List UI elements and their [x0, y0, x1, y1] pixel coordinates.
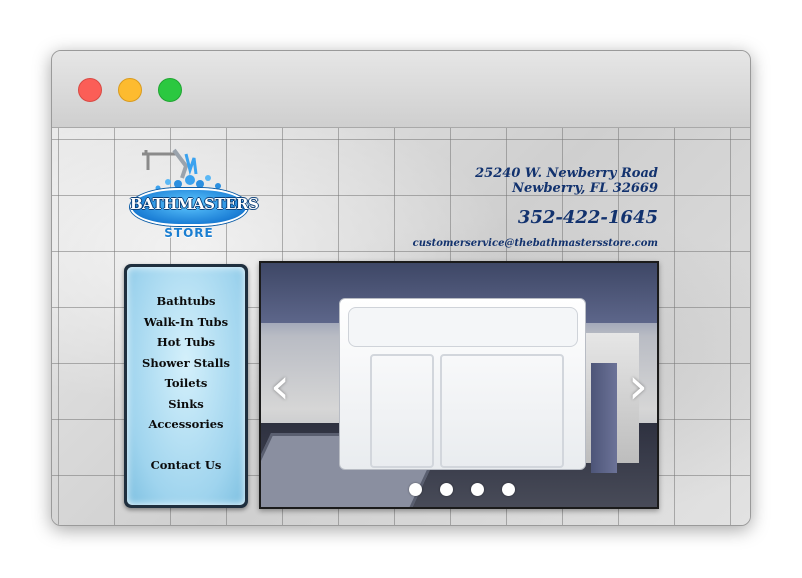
nav-item-toilets[interactable]: Toilets [127, 373, 245, 394]
tub-panel [440, 354, 564, 468]
nav-item-accessories[interactable]: Accessories [127, 414, 245, 435]
nav-item-hot-tubs[interactable]: Hot Tubs [127, 332, 245, 353]
nav-item-bathtubs[interactable]: Bathtubs [127, 291, 245, 312]
close-button[interactable] [78, 78, 102, 102]
address-line-1: 25240 W. Newberry Road [475, 166, 658, 181]
nav-item-walk-in-tubs[interactable]: Walk-In Tubs [127, 312, 245, 333]
address-line-2: Newberry, FL 32669 [512, 181, 658, 196]
web-page: BATHMASTERS STORE 25240 W. Newberry Road… [52, 128, 750, 525]
side-nav: Bathtubs Walk-In Tubs Hot Tubs Shower St… [124, 264, 248, 508]
nav-item-contact-us[interactable]: Contact Us [127, 455, 245, 476]
email-link[interactable]: customerservice@thebathmastersstore.com [413, 238, 658, 249]
title-bar [52, 51, 750, 128]
logo-subtitle: STORE [164, 226, 214, 240]
slide-dot-1[interactable] [409, 483, 422, 496]
slide-towel [591, 363, 617, 473]
browser-window: BATHMASTERS STORE 25240 W. Newberry Road… [51, 50, 751, 526]
slide-dot-2[interactable] [440, 483, 454, 496]
slide-dot-4[interactable] [502, 483, 516, 496]
minimize-button[interactable] [118, 78, 142, 102]
chevron-right-icon[interactable]: › [625, 358, 651, 414]
tub-door [370, 354, 434, 468]
tub-basin [348, 307, 578, 347]
side-nav-panel: Bathtubs Walk-In Tubs Hot Tubs Shower St… [127, 267, 245, 505]
image-slider[interactable]: ‹ › [259, 261, 659, 509]
phone-number[interactable]: 352-422-1645 [413, 208, 658, 228]
slider-dots [409, 481, 528, 496]
site-logo[interactable]: BATHMASTERS STORE [130, 148, 259, 244]
slide-walk-in-tub [339, 298, 586, 470]
faucet-splash-icon [142, 148, 221, 191]
zoom-button[interactable] [158, 78, 182, 102]
chevron-left-icon[interactable]: ‹ [267, 358, 293, 414]
slide-dot-3[interactable] [471, 483, 485, 496]
logo-name: BATHMASTERS [130, 195, 259, 213]
contact-info: 25240 W. Newberry Road Newberry, FL 3266… [413, 166, 658, 249]
nav-item-shower-stalls[interactable]: Shower Stalls [127, 353, 245, 374]
nav-item-sinks[interactable]: Sinks [127, 394, 245, 415]
